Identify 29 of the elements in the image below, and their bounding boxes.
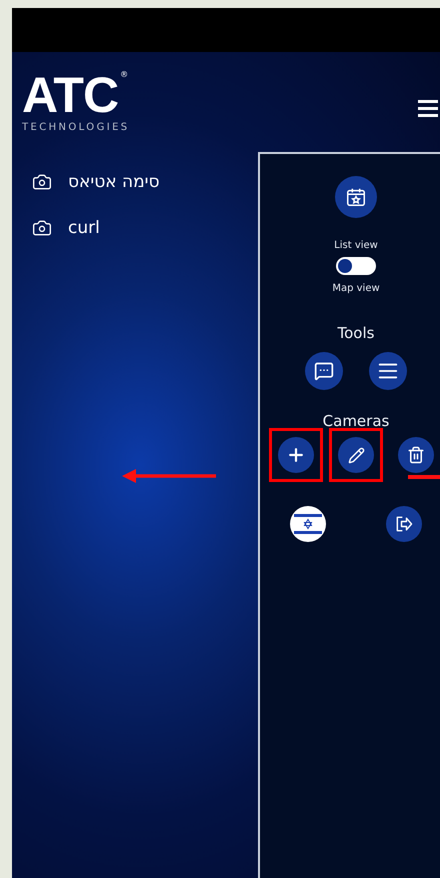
calendar-button[interactable]: [335, 176, 377, 218]
view-toggle[interactable]: [336, 257, 376, 275]
exit-arrow-icon: [394, 514, 414, 534]
logo-text: ATC: [22, 70, 118, 120]
logo-subtext: TECHNOLOGIES: [22, 122, 131, 133]
calendar-star-icon: [345, 186, 367, 208]
camera-list-item[interactable]: curl: [68, 218, 100, 238]
section-title: Cameras: [322, 412, 390, 430]
camera-icon: [32, 172, 52, 192]
trash-icon: [407, 446, 425, 464]
section-title: Tools: [338, 324, 374, 342]
logout-button[interactable]: [386, 506, 422, 542]
camera-action-button[interactable]: [278, 437, 314, 473]
toggle-label: List view: [334, 240, 378, 251]
toggle-label: Map view: [332, 283, 380, 294]
camera-icon: [32, 218, 52, 238]
plus-icon: [286, 445, 306, 465]
tool-button[interactable]: [305, 352, 343, 390]
chat-icon: [314, 361, 334, 381]
flag-icon: [290, 506, 326, 542]
language-button[interactable]: [290, 506, 326, 542]
camera-list-item[interactable]: סימה אטיאס: [68, 172, 160, 192]
camera-action-button[interactable]: [398, 437, 434, 473]
registered-mark: ®: [120, 70, 128, 79]
menu-icon[interactable]: [418, 100, 438, 117]
annotation-line: [408, 475, 440, 479]
tool-button[interactable]: [369, 352, 407, 390]
camera-action-button[interactable]: [338, 437, 374, 473]
pencil-icon: [348, 446, 364, 464]
